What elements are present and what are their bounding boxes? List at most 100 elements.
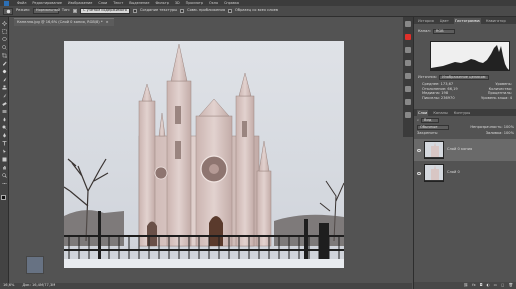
move-tool-icon[interactable] (2, 21, 7, 26)
hand-tool-icon[interactable] (2, 165, 7, 170)
std-value: 66,19 (447, 86, 458, 91)
zoom-tool-icon[interactable] (2, 173, 7, 178)
pen-tool-icon[interactable] (2, 133, 7, 138)
menu-item-window[interactable]: Окно (209, 1, 218, 5)
opacity-value[interactable]: 100% (504, 125, 514, 129)
channel-label: Канал: (418, 28, 431, 33)
menu-item-file[interactable]: Файл (17, 1, 26, 5)
tab-navigator[interactable]: Навигатор (485, 18, 507, 24)
eye-icon[interactable] (417, 148, 421, 152)
panels-dock: История Цвет Гистограмма Навигатор Канал… (413, 17, 516, 289)
document-tab[interactable]: Капелла.jpg @ 16,6% (Слой 0 копия, RGB/8… (14, 18, 114, 26)
mean-value: 173,67 (440, 82, 454, 86)
clone-stamp-tool-icon[interactable] (2, 85, 7, 90)
source-label: Источник: (418, 74, 438, 79)
quick-select-tool-icon[interactable] (2, 45, 7, 50)
menu-item-filter[interactable]: Фильтр (155, 1, 168, 5)
properties-panel-icon[interactable] (405, 99, 411, 105)
new-layer-icon[interactable]: ▢ (501, 283, 504, 288)
layers-footer: ⛓ fx ◘ ◐ ▭ ▢ 🗑 (414, 282, 516, 289)
document-size: Док: 16,4M/77,3M (22, 283, 56, 288)
path-select-tool-icon[interactable] (2, 149, 7, 154)
tab-color[interactable]: Цвет (439, 18, 450, 24)
source-select[interactable]: Изображение целиком (439, 75, 490, 80)
histogram-graph (430, 41, 510, 71)
fx-icon[interactable]: fx (472, 283, 475, 288)
mask-icon[interactable]: ◘ (480, 283, 483, 288)
shape-tool-icon[interactable] (2, 157, 7, 162)
menu-item-view[interactable]: Просмотр (186, 1, 203, 5)
menu-item-3d[interactable]: 3D (175, 1, 180, 5)
brush-settings-panel-icon[interactable] (405, 112, 411, 118)
zoom-level[interactable]: 16,6% (3, 284, 14, 288)
mode-label: Режим: (16, 8, 30, 13)
type-tool-icon[interactable] (2, 141, 7, 146)
blur-tool-icon[interactable] (2, 117, 7, 122)
close-tab-icon[interactable]: × (106, 20, 109, 25)
gradient-tool-icon[interactable] (2, 109, 7, 114)
tab-histogram[interactable]: Гистограмма (453, 17, 481, 24)
create-texture-option[interactable]: Создание текстуры (140, 9, 177, 13)
document-image[interactable] (64, 41, 344, 268)
menu-item-help[interactable]: Справка (224, 1, 239, 5)
layer-row-copy[interactable]: Слой 0 копия (414, 139, 516, 161)
median-value: 198 (441, 91, 449, 96)
lasso-tool-icon[interactable] (2, 37, 7, 42)
layer-name: Слой 0 (447, 170, 460, 175)
sample-all-layers-checkbox[interactable] (228, 9, 233, 13)
eraser-tool-icon[interactable] (2, 101, 7, 106)
create-texture-radio[interactable] (132, 9, 137, 13)
mode-select[interactable]: Нормальный (32, 8, 60, 14)
link-layers-icon[interactable]: ⛓ (464, 283, 469, 288)
brush-tool-icon[interactable] (2, 77, 7, 82)
histogram-panel-tabs: История Цвет Гистограмма Навигатор (414, 17, 516, 24)
folder-icon[interactable]: ▭ (494, 283, 497, 288)
adjustment-icon[interactable]: ◐ (486, 283, 489, 288)
tab-history[interactable]: История (417, 18, 435, 24)
content-aware-radio[interactable] (72, 9, 77, 13)
swatches-panel-icon[interactable] (405, 47, 411, 53)
menu-item-select[interactable]: Выделение (129, 1, 149, 5)
channel-select[interactable]: RGB (432, 29, 455, 34)
dodge-tool-icon[interactable] (2, 125, 7, 130)
history-brush-tool-icon[interactable] (2, 93, 7, 98)
layer-filter-select[interactable]: Вид (421, 118, 440, 123)
eyedropper-tool-icon[interactable] (2, 61, 7, 66)
tab-layers[interactable]: Слои (417, 109, 429, 116)
marquee-tool-icon[interactable] (2, 29, 7, 34)
cache-value: 4 (509, 95, 512, 100)
healing-brush-preset-icon[interactable] (3, 7, 13, 15)
menu-item-image[interactable]: Изображение (68, 1, 92, 5)
blend-mode-select[interactable]: Обычные (417, 125, 449, 130)
status-bar: 16,6% Док: 16,4M/77,3M (0, 283, 412, 289)
color-panel-icon[interactable] (405, 34, 411, 40)
tab-paths[interactable]: Контуры (453, 110, 471, 116)
history-panel-icon[interactable] (405, 21, 411, 27)
content-aware-option[interactable]: С учетом содержимого (79, 8, 130, 14)
layer-thumbnail (424, 164, 444, 182)
proximity-match-option[interactable]: Совм. приближения (187, 9, 225, 13)
menu-item-layers[interactable]: Слои (98, 1, 107, 5)
more-tools-icon[interactable] (2, 181, 7, 186)
healing-brush-tool-icon[interactable] (2, 69, 7, 74)
lock-label: Закрепить: (417, 131, 439, 135)
tab-channels[interactable]: Каналы (432, 110, 448, 116)
proximity-match-radio[interactable] (180, 9, 185, 13)
adjustments-panel-icon[interactable] (405, 60, 411, 66)
menu-item-edit[interactable]: Редактирование (32, 1, 62, 5)
options-bar: Режим: Нормальный Тип: С учетом содержим… (0, 6, 516, 17)
layers-panel-tabs: Слои Каналы Контуры (414, 109, 516, 116)
paragraph-panel-icon[interactable] (405, 86, 411, 92)
histogram-stats: Среднее: 173,67 Уровень: Отклонение: 66,… (422, 82, 512, 100)
pixels-value: 236970 (440, 95, 455, 100)
eye-icon[interactable] (417, 171, 421, 175)
character-panel-icon[interactable] (405, 73, 411, 79)
fill-value[interactable]: 100% (504, 131, 514, 135)
layer-row-base[interactable]: Слой 0 (414, 162, 516, 184)
panel-icons-strip (403, 17, 413, 137)
menu-item-type[interactable]: Текст (113, 1, 123, 5)
foreground-color-swatch[interactable] (1, 195, 6, 200)
layer-filter-row: ⌕ Вид (417, 118, 440, 123)
crop-tool-icon[interactable] (2, 53, 7, 58)
trash-icon[interactable]: 🗑 (508, 283, 513, 288)
